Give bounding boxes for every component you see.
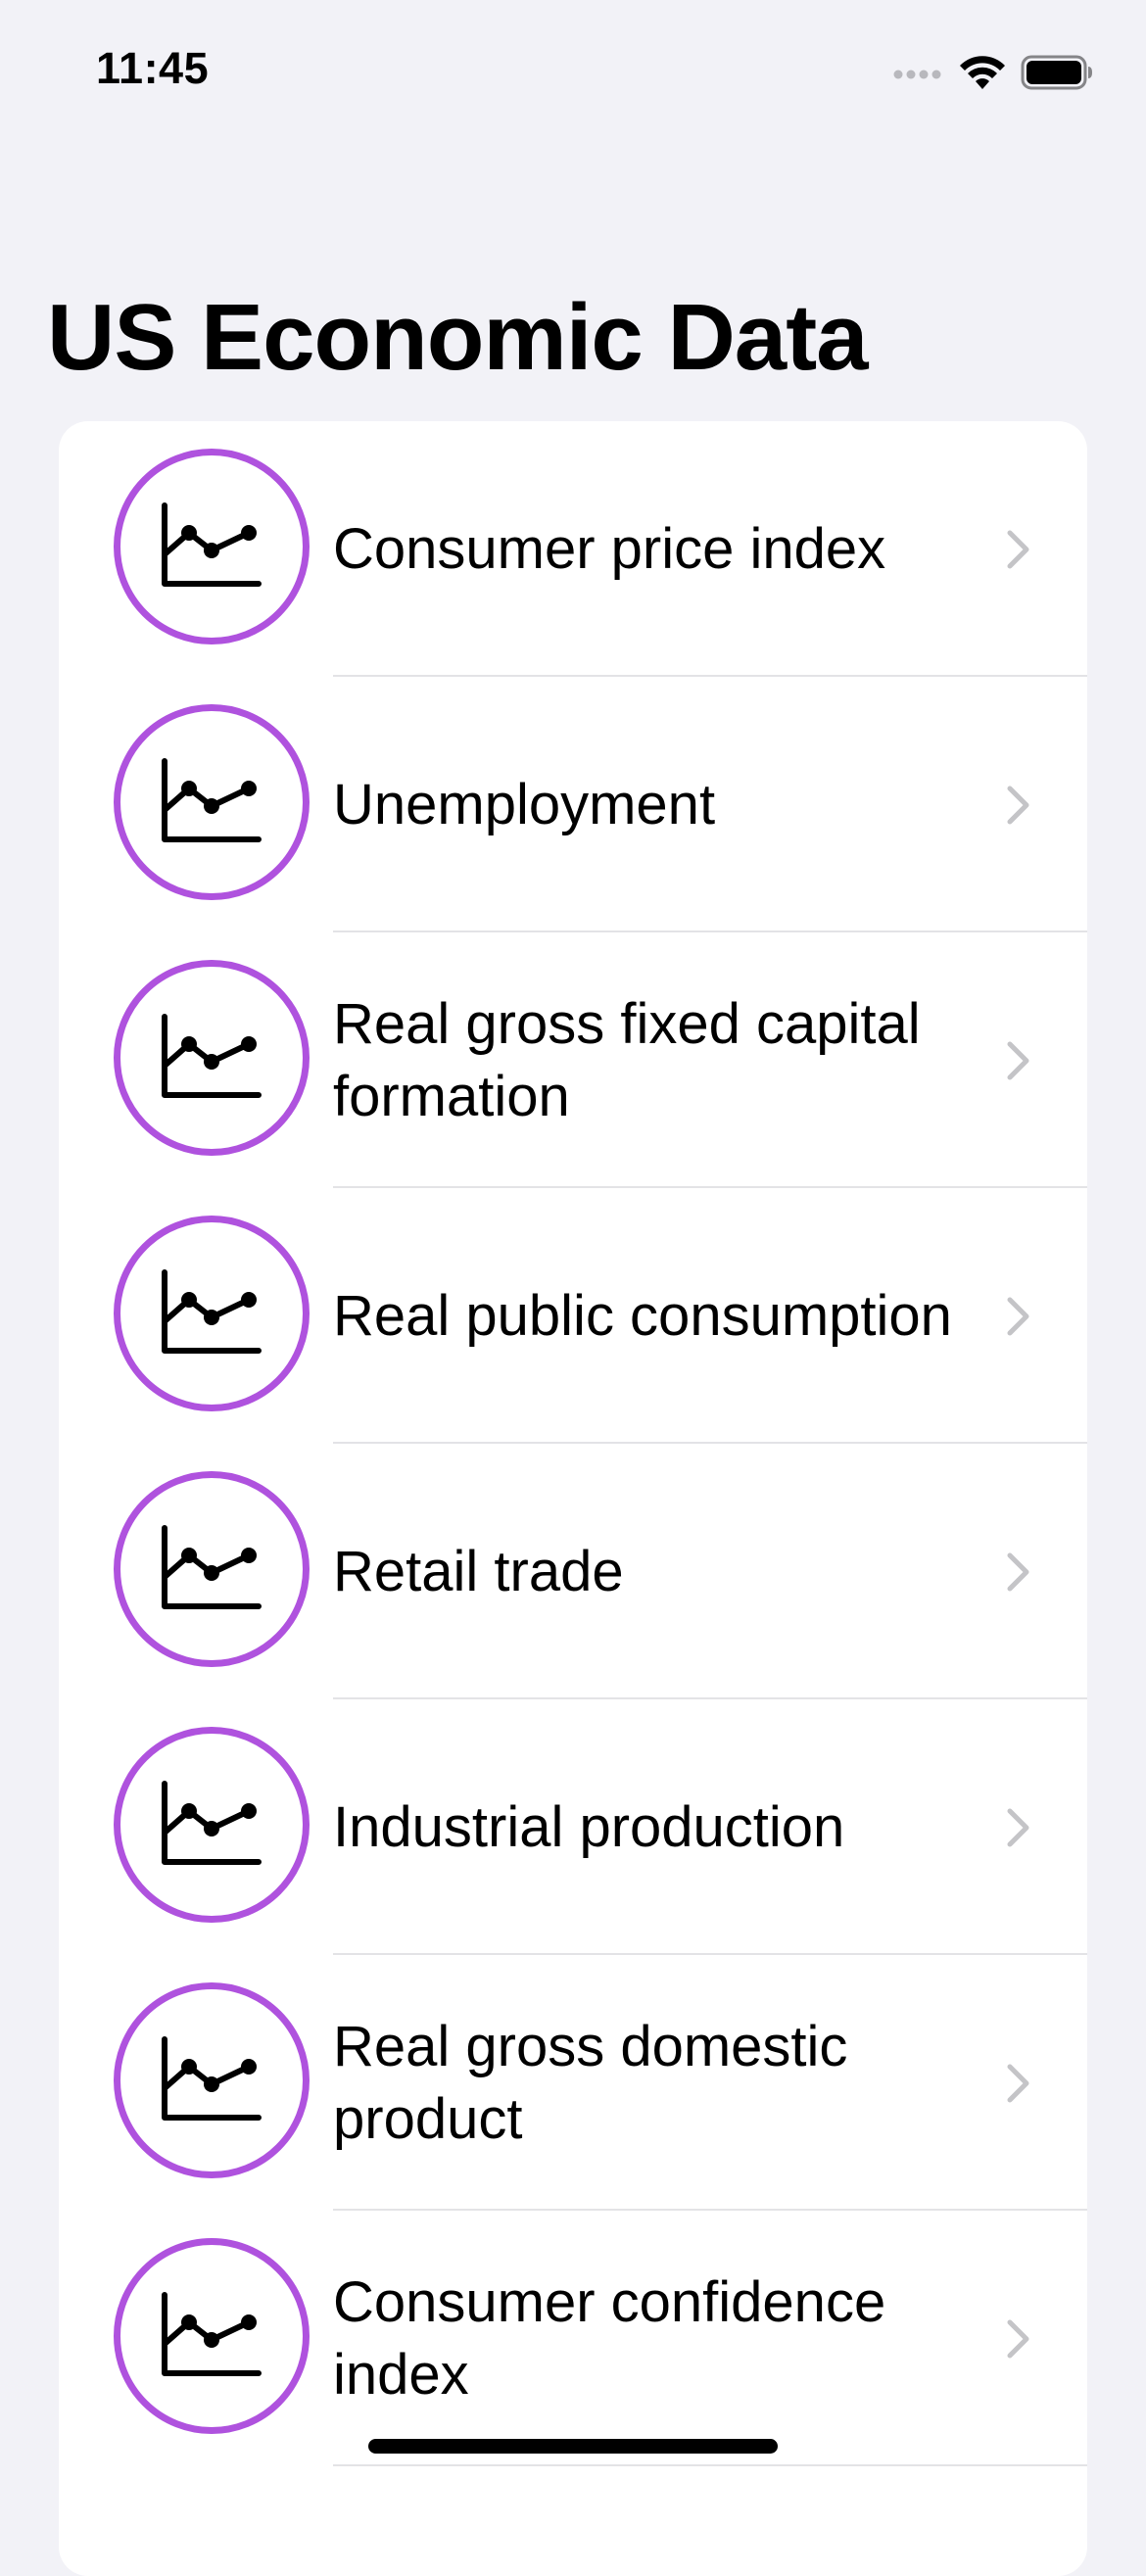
line-chart-icon bbox=[114, 1216, 310, 1411]
line-chart-icon bbox=[114, 1982, 310, 2178]
wifi-icon bbox=[958, 54, 1007, 91]
row-label: Consumer confidence index bbox=[333, 2269, 886, 2407]
status-time: 11:45 bbox=[96, 43, 210, 93]
row-label: Retail trade bbox=[333, 1539, 624, 1603]
indicator-list: Consumer price index Unemployment Real gro… bbox=[59, 421, 1087, 2576]
list-row[interactable]: Unemployment bbox=[59, 677, 1087, 932]
home-indicator[interactable] bbox=[368, 2439, 778, 2454]
list-row[interactable]: Retail trade bbox=[59, 1444, 1087, 1699]
cellular-signal-icon bbox=[893, 65, 944, 80]
list-row[interactable]: Industrial production bbox=[59, 1699, 1087, 1955]
list-row[interactable]: Real gross domestic product bbox=[59, 1955, 1087, 2211]
status-bar: 11:45 bbox=[0, 0, 1146, 147]
list-row[interactable]: Consumer price index bbox=[59, 421, 1087, 677]
list-row[interactable]: Real public consumption bbox=[59, 1188, 1087, 1444]
chevron-right-icon bbox=[1005, 1806, 1032, 1849]
row-label: Industrial production bbox=[333, 1794, 845, 1859]
line-chart-icon bbox=[114, 1727, 310, 1923]
chevron-right-icon bbox=[1005, 1295, 1032, 1338]
row-label: Unemployment bbox=[333, 772, 716, 836]
chevron-right-icon bbox=[1005, 528, 1032, 571]
line-chart-icon bbox=[114, 704, 310, 900]
row-label: Consumer price index bbox=[333, 516, 886, 581]
chevron-right-icon bbox=[1005, 2317, 1032, 2361]
battery-icon bbox=[1021, 55, 1093, 90]
line-chart-icon bbox=[114, 2238, 310, 2434]
page-title: US Economic Data bbox=[47, 285, 869, 390]
status-icons bbox=[893, 53, 1093, 92]
chevron-right-icon bbox=[1005, 1550, 1032, 1594]
row-label: Real gross domestic product bbox=[333, 2014, 848, 2151]
list-row[interactable]: Consumer confidence index bbox=[59, 2211, 1087, 2466]
line-chart-icon bbox=[114, 449, 310, 644]
line-chart-icon bbox=[114, 1471, 310, 1667]
row-label: Real public consumption bbox=[333, 1283, 952, 1348]
chevron-right-icon bbox=[1005, 1039, 1032, 1082]
chevron-right-icon bbox=[1005, 784, 1032, 827]
row-divider bbox=[333, 2464, 1087, 2466]
line-chart-icon bbox=[114, 960, 310, 1156]
chevron-right-icon bbox=[1005, 2062, 1032, 2105]
list-row[interactable]: Real gross fixed capital formation bbox=[59, 932, 1087, 1188]
row-label: Real gross fixed capital formation bbox=[333, 991, 921, 1128]
